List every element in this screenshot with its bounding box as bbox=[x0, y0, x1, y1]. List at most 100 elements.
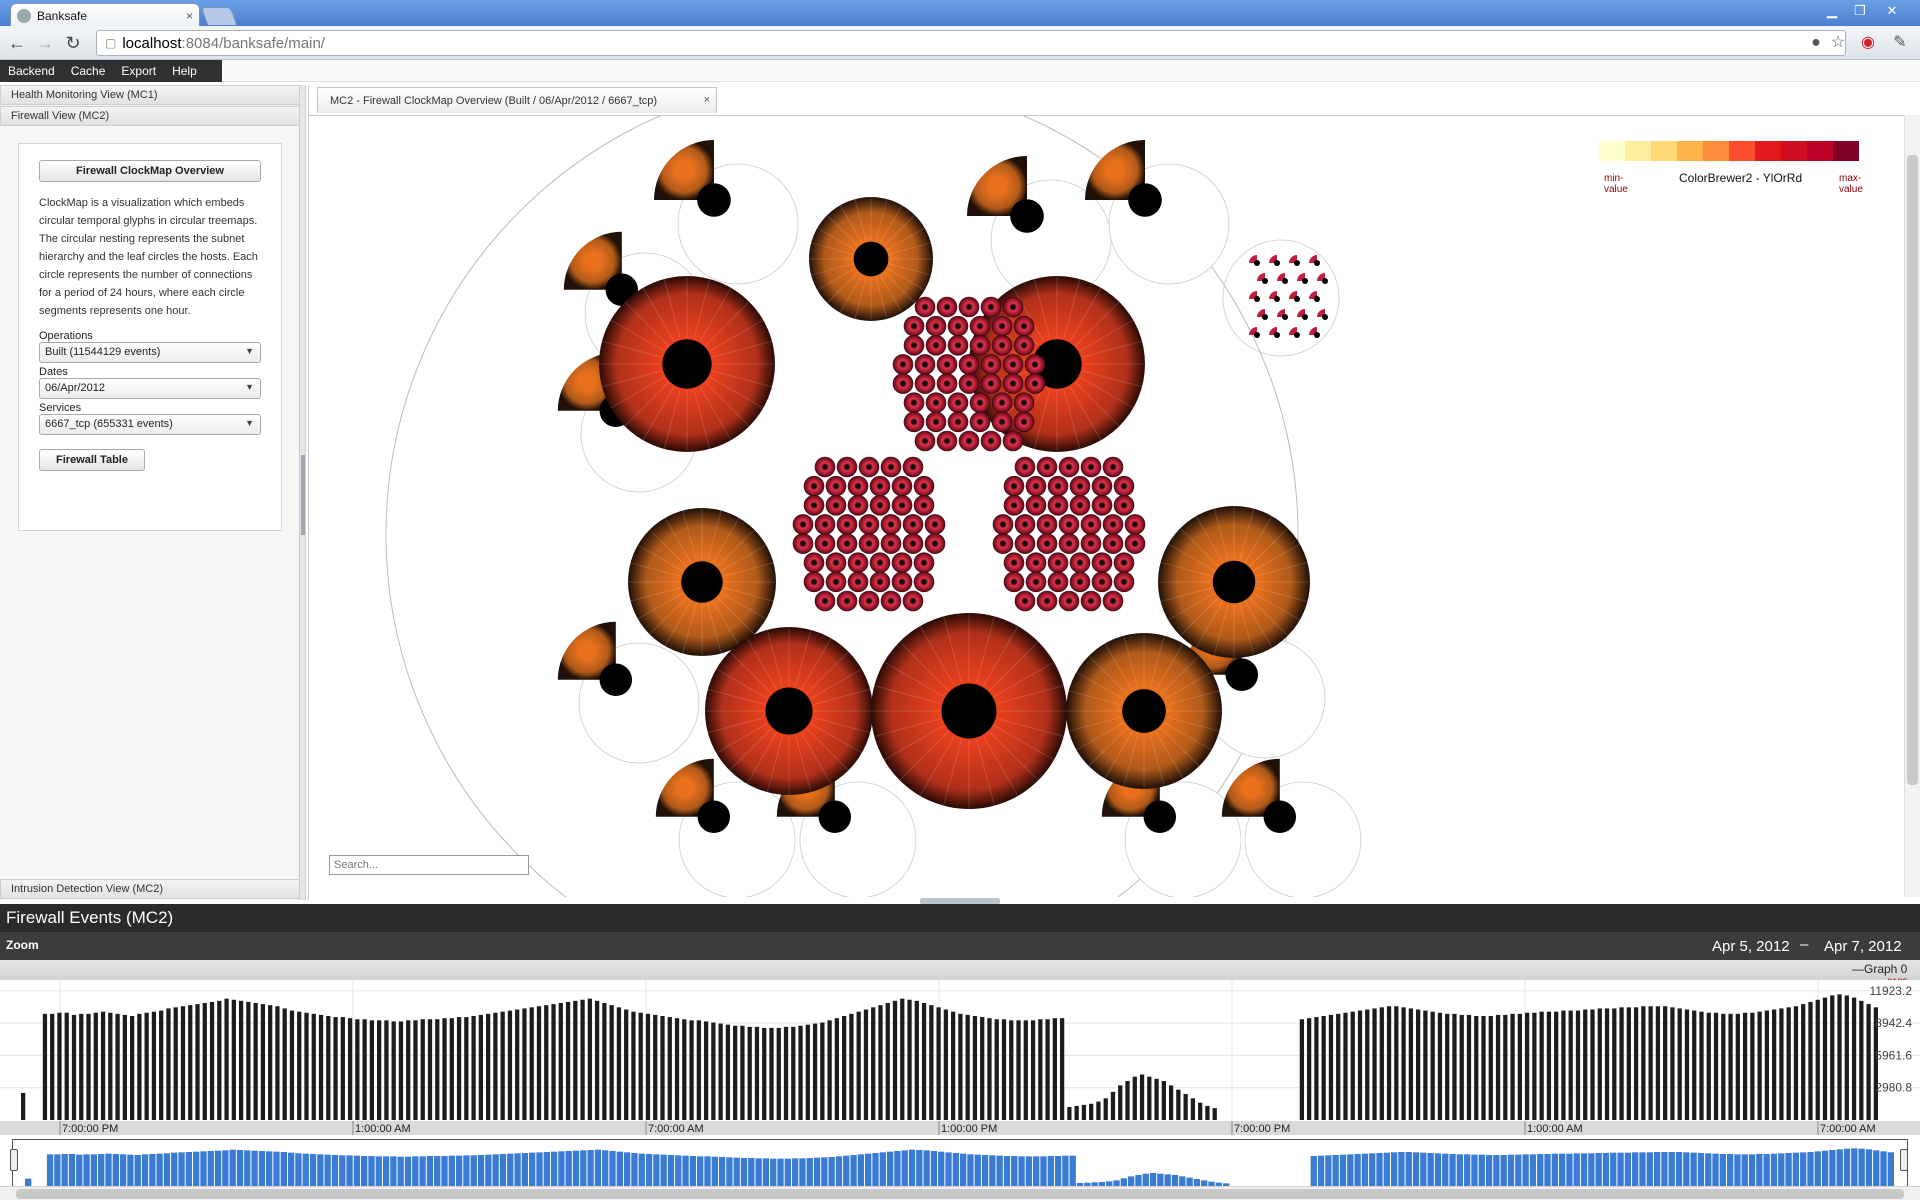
chart-bar[interactable] bbox=[1168, 1085, 1174, 1120]
small-host-glyph[interactable] bbox=[836, 456, 858, 478]
chart-bar[interactable] bbox=[921, 1003, 927, 1120]
small-host-glyph[interactable] bbox=[980, 354, 1002, 375]
small-host-glyph[interactable] bbox=[1002, 296, 1024, 318]
chart-bar[interactable] bbox=[1038, 1019, 1043, 1120]
small-host-glyph[interactable] bbox=[1014, 514, 1036, 535]
small-host-glyph[interactable] bbox=[1013, 392, 1035, 414]
chart-bar[interactable] bbox=[173, 1007, 178, 1120]
chart-bar[interactable] bbox=[1517, 1013, 1522, 1120]
chart-bar[interactable] bbox=[536, 1006, 542, 1120]
small-host-glyph[interactable] bbox=[925, 392, 947, 414]
back-icon[interactable]: ← bbox=[6, 33, 28, 53]
chart-bar[interactable] bbox=[1147, 1076, 1152, 1120]
chart-bar[interactable] bbox=[863, 1009, 869, 1121]
small-host-glyph[interactable] bbox=[814, 456, 836, 478]
small-host-glyph[interactable] bbox=[1069, 494, 1091, 516]
bulb-icon[interactable]: ● bbox=[1806, 33, 1826, 53]
chart-bar[interactable] bbox=[1466, 1014, 1472, 1120]
small-host-glyph[interactable] bbox=[969, 315, 991, 337]
chart-bar[interactable] bbox=[1089, 1103, 1094, 1120]
chart-bar[interactable] bbox=[1510, 1013, 1515, 1120]
chart-bar[interactable] bbox=[609, 1005, 614, 1120]
chart-bar[interactable] bbox=[558, 1003, 563, 1120]
tab-close-icon[interactable]: × bbox=[186, 9, 193, 23]
wrench-icon[interactable]: ✎ bbox=[1890, 33, 1910, 53]
small-host-glyph[interactable] bbox=[1102, 590, 1124, 612]
overview-range-selector[interactable] bbox=[12, 1139, 1908, 1189]
small-host-glyph[interactable] bbox=[814, 514, 836, 535]
small-host-glyph[interactable] bbox=[847, 552, 869, 574]
chart-bar[interactable] bbox=[224, 998, 229, 1120]
chart-bar[interactable] bbox=[1597, 1008, 1602, 1120]
chart-bar[interactable] bbox=[50, 1013, 55, 1120]
operations-select[interactable]: Built (11544129 events) ▼ bbox=[39, 342, 261, 363]
chart-bar[interactable] bbox=[326, 1016, 331, 1120]
small-host-glyph[interactable] bbox=[925, 315, 947, 337]
small-host-glyph[interactable] bbox=[1014, 456, 1036, 478]
small-host-glyph[interactable] bbox=[958, 296, 980, 318]
chart-bar[interactable] bbox=[754, 1026, 760, 1120]
chart-bar[interactable] bbox=[1328, 1014, 1334, 1120]
chart-bar[interactable] bbox=[1801, 1004, 1806, 1120]
small-host-glyph[interactable] bbox=[903, 334, 925, 356]
chart-bar[interactable] bbox=[1757, 1011, 1762, 1120]
chart-bar[interactable] bbox=[144, 1012, 149, 1120]
reload-icon[interactable]: ↻ bbox=[62, 33, 84, 53]
small-host-glyph[interactable] bbox=[1091, 475, 1113, 497]
chart-bar[interactable] bbox=[929, 1005, 934, 1120]
chart-bar[interactable] bbox=[1772, 1009, 1777, 1121]
accordion-firewall-view[interactable]: Firewall View (MC2) bbox=[0, 106, 300, 126]
chart-bar[interactable] bbox=[522, 1008, 527, 1120]
chart-bar[interactable] bbox=[1350, 1011, 1355, 1120]
chart-bar[interactable] bbox=[1379, 1007, 1384, 1120]
chart-bar[interactable] bbox=[1161, 1081, 1166, 1120]
small-host-glyph[interactable] bbox=[969, 411, 991, 433]
small-host-glyph[interactable] bbox=[1069, 552, 1091, 574]
small-host-glyph[interactable] bbox=[1013, 411, 1035, 433]
small-host-glyph[interactable] bbox=[902, 514, 924, 535]
small-host-glyph[interactable] bbox=[1047, 571, 1069, 593]
chart-bar[interactable] bbox=[1030, 1020, 1036, 1120]
chart-bar[interactable] bbox=[725, 1024, 731, 1120]
chart-bar[interactable] bbox=[1859, 1000, 1864, 1120]
chart-bar[interactable] bbox=[231, 999, 236, 1120]
accordion-intrusion-detection[interactable]: Intrusion Detection View (MC2) bbox=[0, 879, 300, 899]
chart-bar[interactable] bbox=[246, 1001, 251, 1120]
chart-bar[interactable] bbox=[1408, 1008, 1413, 1120]
small-host-glyph[interactable] bbox=[858, 514, 880, 535]
menu-help[interactable]: Help bbox=[164, 64, 205, 78]
small-host-glyph[interactable] bbox=[991, 392, 1013, 414]
chart-bar[interactable] bbox=[827, 1020, 832, 1120]
chart-bar[interactable] bbox=[987, 1018, 992, 1120]
chart-bar[interactable] bbox=[57, 1012, 62, 1120]
chart-bar[interactable] bbox=[398, 1021, 404, 1120]
close-icon[interactable]: × bbox=[704, 94, 710, 106]
zoom-label[interactable]: Zoom bbox=[6, 938, 39, 952]
chart-bar[interactable] bbox=[820, 1022, 825, 1121]
clockmap-tab[interactable]: MC2 - Firewall ClockMap Overview (Built … bbox=[317, 87, 717, 113]
chart-bar[interactable] bbox=[253, 1003, 258, 1120]
chart-bar[interactable] bbox=[1503, 1014, 1508, 1120]
chart-bar[interactable] bbox=[420, 1019, 425, 1120]
small-host-glyph[interactable] bbox=[1124, 533, 1146, 554]
chart-bar[interactable] bbox=[943, 1009, 948, 1121]
chart-bar[interactable] bbox=[1198, 1102, 1203, 1120]
chart-bar[interactable] bbox=[1139, 1074, 1145, 1121]
range-handle-right[interactable] bbox=[1900, 1149, 1908, 1171]
small-host-glyph[interactable] bbox=[1069, 571, 1091, 593]
chart-bar[interactable] bbox=[1699, 1011, 1704, 1120]
chart-bar[interactable] bbox=[108, 1012, 113, 1120]
small-host-glyph[interactable] bbox=[847, 571, 869, 593]
vertical-scrollbar[interactable] bbox=[1904, 115, 1920, 897]
chart-bar[interactable] bbox=[980, 1017, 985, 1120]
small-host-glyph[interactable] bbox=[825, 475, 847, 497]
chart-bar[interactable] bbox=[1474, 1016, 1479, 1120]
small-host-glyph[interactable] bbox=[913, 571, 935, 593]
new-tab-button[interactable] bbox=[200, 7, 238, 25]
chart-bar[interactable] bbox=[573, 1000, 578, 1120]
chart-bar[interactable] bbox=[842, 1016, 847, 1120]
small-host-glyph[interactable] bbox=[880, 456, 902, 478]
chart-bar[interactable] bbox=[1452, 1013, 1457, 1120]
chart-bar[interactable] bbox=[1684, 1009, 1690, 1121]
date-to[interactable]: Apr 7, 2012 bbox=[1824, 938, 1902, 955]
